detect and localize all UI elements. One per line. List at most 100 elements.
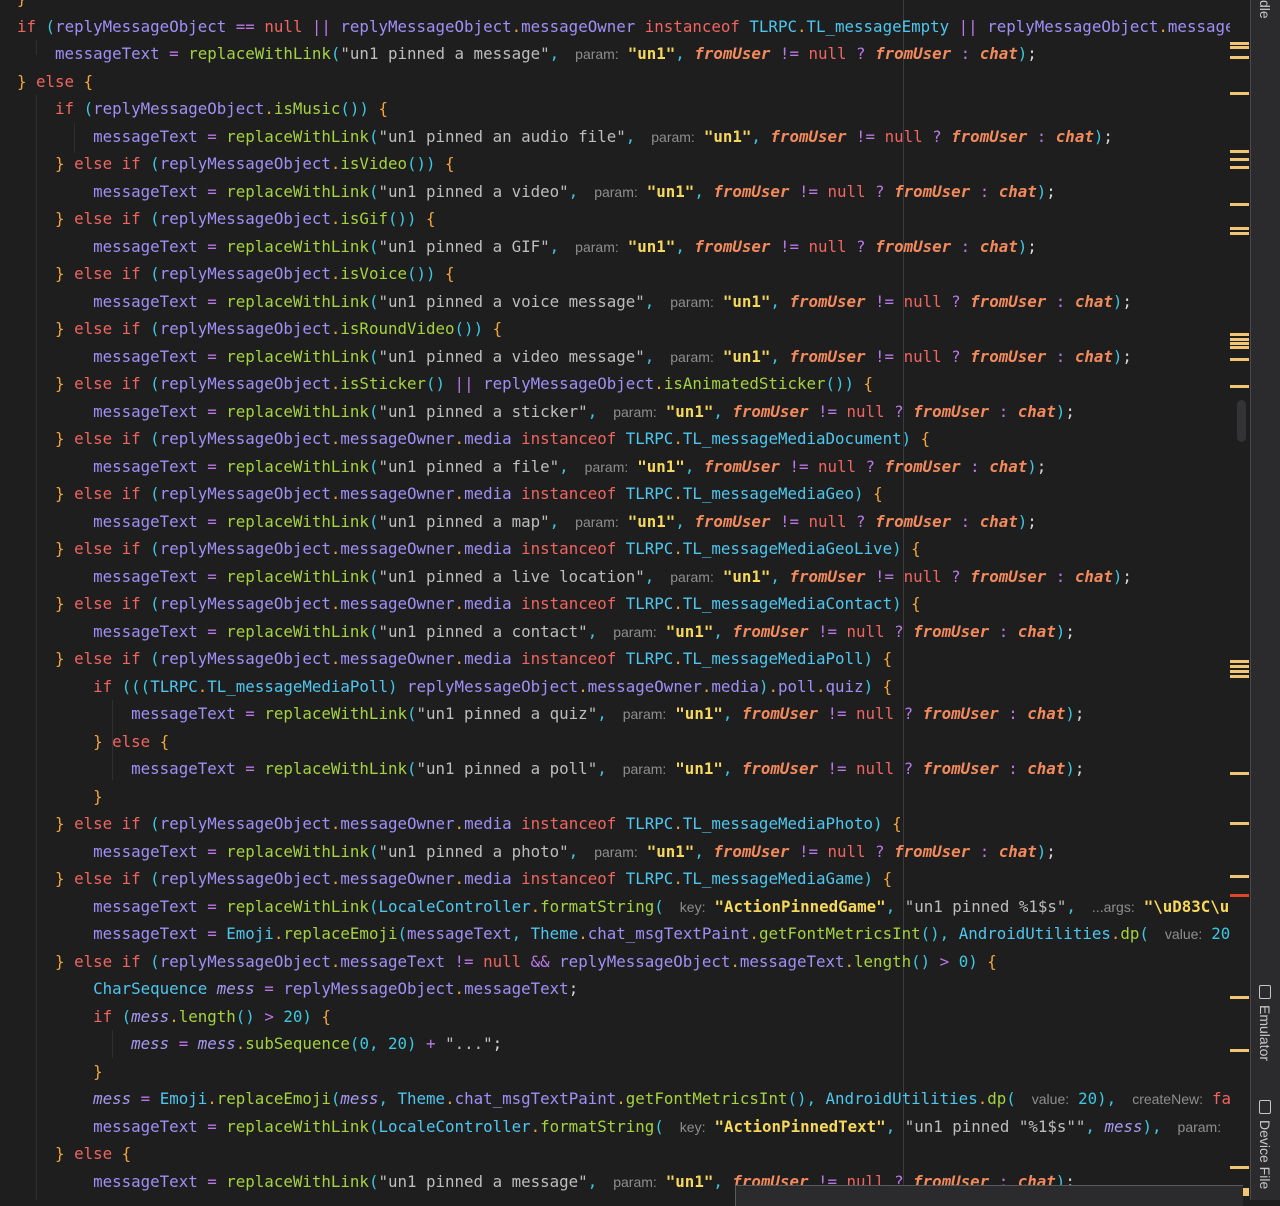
code-line[interactable]: messageText = replaceWithLink("un1 pinne… [17, 40, 1230, 68]
code-token: fa [1212, 1089, 1230, 1108]
code-line[interactable]: } else if (replyMessageObject.isGif()) { [17, 205, 1230, 233]
stripe-marker[interactable] [1230, 675, 1249, 678]
code-line[interactable]: messageText = replaceWithLink("un1 pinne… [17, 453, 1230, 481]
tool-tab-emulator[interactable]: Emulator [1257, 985, 1273, 1061]
code-line[interactable]: messageText = replaceWithLink("un1 pinne… [17, 343, 1230, 371]
code-line[interactable]: } [17, 1058, 1230, 1086]
code-token: messageText [93, 401, 198, 421]
code-line[interactable]: messageText = replaceWithLink("un1 pinne… [17, 838, 1230, 866]
tool-tab-device-file-explorer[interactable]: Device File [1257, 1100, 1273, 1189]
code-line[interactable]: } else if (replyMessageObject.messageOwn… [17, 865, 1230, 893]
error-marker[interactable] [1230, 894, 1249, 897]
code-line[interactable]: } else if (replyMessageObject.messageOwn… [17, 535, 1230, 563]
stripe-marker[interactable] [1230, 342, 1249, 345]
stripe-marker[interactable] [1230, 333, 1249, 336]
stripe-marker[interactable] [1230, 338, 1249, 341]
code-line[interactable]: messageText = replaceWithLink("un1 pinne… [17, 618, 1230, 646]
code-token: } [55, 594, 65, 613]
stripe-marker[interactable] [1230, 158, 1249, 161]
stripe-marker[interactable] [1230, 996, 1249, 999]
code-line[interactable]: } [17, 0, 1230, 13]
stripe-marker[interactable] [1230, 150, 1249, 153]
error-stripe[interactable] [1230, 0, 1250, 1200]
code-editor[interactable]: }if (replyMessageObject == null || reply… [0, 0, 1230, 1200]
code-token: . [454, 539, 465, 558]
inlay-hint: param: [594, 843, 638, 860]
stripe-marker[interactable] [1230, 232, 1249, 235]
stripe-marker[interactable] [1230, 42, 1249, 45]
code-line[interactable]: messageText = replaceWithLink (LocaleCont… [17, 893, 1230, 921]
code-line[interactable]: if (mess.length() > 20) { [17, 1003, 1230, 1031]
code-line[interactable]: messageText = replaceWithLink("un1 pinne… [17, 755, 1230, 783]
code-token: . [673, 484, 683, 503]
code-line[interactable]: } else if (replyMessageObject.isVideo())… [17, 150, 1230, 178]
code-token: . [454, 484, 465, 503]
code-token: . [673, 429, 683, 448]
stripe-marker[interactable] [1230, 166, 1249, 169]
code-line[interactable]: messageText = Emoji.replaceEmoji(message… [17, 920, 1230, 948]
stripe-marker[interactable] [1230, 822, 1249, 825]
stripe-marker[interactable] [1230, 203, 1249, 206]
code-line[interactable]: mess = Emoji.replaceEmoji(mess, Theme.ch… [17, 1085, 1230, 1113]
code-line[interactable]: } else if (replyMessageObject.messageOwn… [17, 810, 1230, 838]
code-line[interactable]: messageText = replaceWithLink("un1 pinne… [17, 700, 1230, 728]
code-token: fromUser [694, 236, 771, 256]
stripe-marker[interactable] [1230, 670, 1249, 673]
code-line[interactable]: } else { [17, 1140, 1230, 1168]
code-line[interactable]: messageText = replaceWithLink("un1 pinne… [17, 233, 1230, 261]
code-token: replaceWithLink [226, 401, 369, 421]
code-token: . [454, 429, 465, 448]
code-line[interactable]: } else if (replyMessageObject.isVoice())… [17, 260, 1230, 288]
code-line[interactable]: if (((TLRPC.TL_messageMediaPoll) replyMe… [17, 673, 1230, 701]
code-line[interactable]: messageText = replaceWithLink("un1 pinne… [17, 508, 1230, 536]
code-line[interactable]: } else if (replyMessageObject.messageOwn… [17, 425, 1230, 453]
code-line[interactable]: messageText = replaceWithLink("un1 pinne… [17, 288, 1230, 316]
stripe-marker[interactable] [1230, 358, 1249, 361]
stripe-marker[interactable] [1230, 772, 1249, 775]
code-token: ( [1006, 1089, 1016, 1108]
scrollbar-thumb[interactable] [1237, 400, 1246, 442]
code-line[interactable]: } else if (replyMessageObject.messageOwn… [17, 480, 1230, 508]
code-line[interactable]: } else if (replyMessageObject.messageTex… [17, 948, 1230, 976]
code-line[interactable]: messageText = replaceWithLink("un1 pinne… [17, 123, 1230, 151]
code-token: . [768, 676, 778, 696]
code-line[interactable]: } else if (replyMessageObject.isSticker(… [17, 370, 1230, 398]
code-line[interactable]: messageText = replaceWithLink (LocaleCont… [17, 1113, 1230, 1141]
code-line[interactable]: } else { [17, 728, 1230, 756]
code-token: == [226, 16, 265, 36]
code-line[interactable]: } else if (replyMessageObject.isRoundVid… [17, 315, 1230, 343]
code-line[interactable]: if (replyMessageObject == null || replyM… [17, 13, 1230, 41]
code-token: media [464, 429, 512, 448]
code-line[interactable]: } else { [17, 68, 1230, 96]
code-line[interactable]: } [17, 783, 1230, 811]
code-token: ) [863, 869, 874, 888]
code-line[interactable]: } else if (replyMessageObject.messageOwn… [17, 590, 1230, 618]
stripe-marker[interactable] [1230, 92, 1249, 95]
code-token: messageText [93, 1116, 198, 1136]
code-line[interactable]: messageText = replaceWithLink("un1 pinne… [17, 178, 1230, 206]
code-token: "un1" [703, 126, 752, 146]
stripe-marker[interactable] [1230, 346, 1249, 349]
code-token: ) [854, 484, 864, 503]
code-token: null [846, 621, 885, 641]
stripe-marker[interactable] [1230, 56, 1249, 59]
code-line[interactable]: } else if (replyMessageObject.messageOwn… [17, 645, 1230, 673]
code-line[interactable]: messageText = replaceWithLink("un1 pinne… [17, 398, 1230, 426]
stripe-marker[interactable] [1230, 385, 1249, 388]
stripe-marker[interactable] [1230, 875, 1249, 878]
tool-tab-gradle[interactable]: dle [1257, 0, 1273, 19]
code-line[interactable]: if (replyMessageObject.isMusic()) { [17, 95, 1230, 123]
stripe-marker[interactable] [1230, 1166, 1249, 1169]
code-line[interactable]: mess = mess.subSequence(0, 20) + "..."; [17, 1030, 1230, 1058]
code-line[interactable]: messageText = replaceWithLink("un1 pinne… [17, 563, 1230, 591]
stripe-marker[interactable] [1230, 660, 1249, 663]
stripe-marker[interactable] [1230, 665, 1249, 668]
code-line[interactable]: CharSequence mess = replyMessageObject.m… [17, 975, 1230, 1003]
code-token: . [977, 1089, 988, 1108]
stripe-marker[interactable] [1230, 227, 1249, 230]
stripe-marker[interactable] [1230, 1049, 1249, 1052]
code-token: "un1" [646, 841, 695, 861]
stripe-marker[interactable] [1230, 46, 1249, 49]
